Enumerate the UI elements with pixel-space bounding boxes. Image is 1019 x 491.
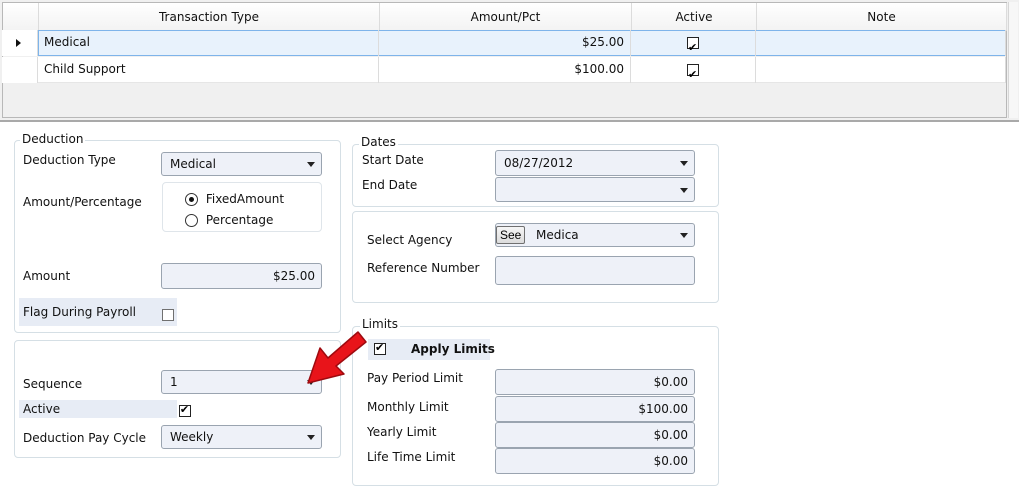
amount-percentage-label: Amount/Percentage — [23, 195, 142, 209]
active-checkbox[interactable] — [178, 403, 191, 417]
cell-note[interactable] — [756, 57, 1006, 83]
flag-during-payroll-checkbox[interactable] — [162, 308, 174, 321]
row-header[interactable] — [2, 30, 38, 56]
reference-number-label: Reference Number — [367, 261, 480, 275]
yearly-limit-field[interactable]: $0.00 — [495, 422, 695, 448]
row-header[interactable] — [2, 57, 38, 83]
flag-during-payroll-label: Flag During Payroll — [19, 298, 177, 326]
apply-limits-row[interactable]: Apply Limits — [368, 339, 495, 360]
active-label: Active — [19, 400, 177, 418]
radio-selected-icon[interactable] — [185, 193, 198, 206]
monthly-limit-label: Monthly Limit — [367, 400, 449, 414]
column-header-transaction-type[interactable]: Transaction Type — [39, 3, 380, 31]
agency-value: Medica — [536, 228, 579, 242]
start-date-label: Start Date — [362, 153, 424, 167]
pay-cycle-dropdown[interactable]: Weekly — [161, 425, 322, 449]
dates-legend: Dates — [359, 135, 398, 149]
select-agency-label: Select Agency — [367, 233, 453, 247]
column-header-note[interactable]: Note — [757, 3, 1007, 31]
active-checkbox[interactable] — [687, 35, 699, 60]
pay-cycle-value: Weekly — [170, 430, 214, 444]
column-header-active[interactable]: Active — [632, 3, 757, 31]
row-header-corner — [3, 3, 39, 31]
apply-limits-checkbox[interactable] — [374, 341, 386, 355]
lifetime-limit-label: Life Time Limit — [367, 450, 456, 464]
see-agency-button[interactable]: See — [496, 226, 526, 244]
vertical-scrollbar[interactable] — [1008, 2, 1018, 118]
cell-note[interactable] — [756, 30, 1006, 56]
deduction-legend: Deduction — [20, 132, 86, 146]
current-row-indicator-icon — [16, 39, 21, 47]
chevron-down-icon — [680, 188, 688, 193]
cell-amount[interactable]: $25.00 — [379, 30, 631, 56]
table-row[interactable]: Medical $25.00 — [2, 30, 1006, 60]
chevron-down-icon — [680, 161, 688, 166]
cell-active[interactable] — [631, 57, 756, 87]
percentage-radio[interactable]: Percentage — [185, 213, 273, 227]
sequence-dropdown[interactable]: 1 — [161, 370, 322, 394]
deduction-type-label: Deduction Type — [23, 153, 116, 167]
deduction-type-value: Medical — [170, 157, 216, 171]
sequence-label: Sequence — [23, 377, 83, 391]
deduction-pay-cycle-label: Deduction Pay Cycle — [23, 431, 147, 445]
start-date-picker[interactable]: 08/27/2012 — [495, 150, 695, 176]
red-arrow-annotation-icon — [307, 331, 367, 384]
cell-active[interactable] — [631, 30, 756, 60]
chevron-down-icon — [307, 435, 315, 440]
amount-field[interactable]: $25.00 — [161, 263, 322, 289]
cell-transaction-type[interactable]: Child Support — [38, 57, 379, 83]
yearly-limit-label: Yearly Limit — [367, 425, 437, 439]
sequence-value: 1 — [170, 375, 178, 389]
chevron-down-icon — [680, 233, 688, 238]
amount-label: Amount — [23, 269, 71, 283]
reference-number-field[interactable] — [495, 256, 695, 285]
fixed-amount-radio[interactable]: FixedAmount — [185, 192, 284, 206]
chevron-down-icon — [307, 162, 315, 167]
pay-period-limit-field[interactable]: $0.00 — [495, 369, 695, 395]
lifetime-limit-field[interactable]: $0.00 — [495, 448, 695, 474]
column-header-amount-pct[interactable]: Amount/Pct — [380, 3, 632, 31]
fixed-amount-label: FixedAmount — [205, 192, 285, 206]
end-date-picker[interactable] — [495, 177, 695, 202]
cell-transaction-type[interactable]: Medical — [38, 30, 379, 56]
end-date-label: End Date — [362, 178, 418, 192]
active-checkbox[interactable] — [687, 62, 699, 87]
transactions-grid: Transaction Type Amount/Pct Active Note … — [0, 0, 1019, 122]
pay-period-limit-label: Pay Period Limit — [367, 371, 463, 385]
cell-amount[interactable]: $100.00 — [379, 57, 631, 83]
start-date-value: 08/27/2012 — [504, 156, 574, 170]
monthly-limit-field[interactable]: $100.00 — [495, 396, 695, 422]
radio-unselected-icon[interactable] — [185, 214, 198, 227]
table-row[interactable]: Child Support $100.00 — [2, 57, 1006, 87]
apply-limits-label: Apply Limits — [411, 342, 495, 356]
percentage-label: Percentage — [205, 213, 274, 227]
deduction-type-dropdown[interactable]: Medical — [161, 152, 322, 176]
